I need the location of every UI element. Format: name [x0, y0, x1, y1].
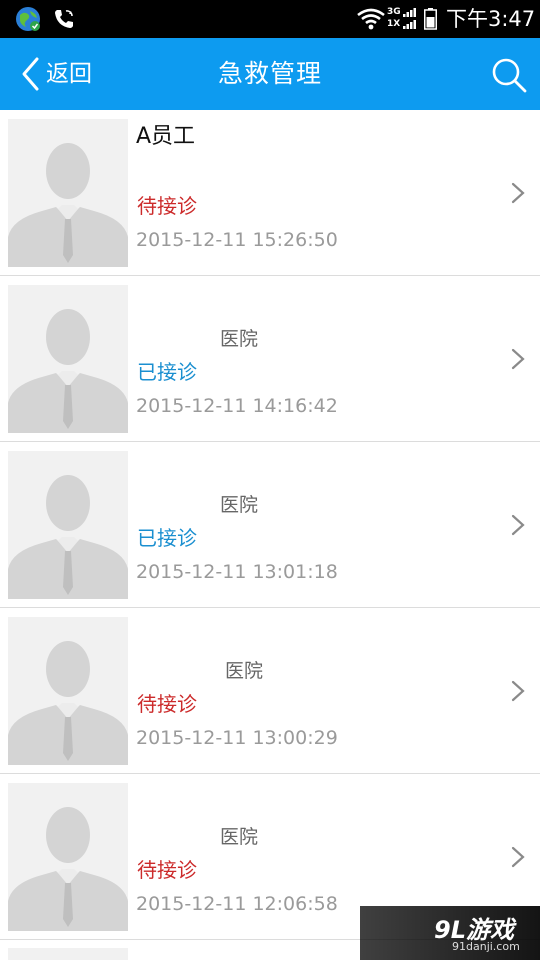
- status-badge: 待接诊: [137, 692, 197, 716]
- record-hospital: 医院: [220, 328, 259, 350]
- chevron-right-icon: [511, 846, 525, 868]
- rescue-record-list: A员工 待接诊 2015-12-11 15:26:50 医院 已接诊 2015-…: [0, 110, 540, 940]
- chevron-right-icon: [511, 680, 525, 702]
- watermark: 9L游戏 91danji.com: [360, 906, 540, 960]
- record-time: 2015-12-11 15:26:50: [136, 229, 338, 251]
- record-time: 2015-12-11 13:00:29: [136, 727, 338, 749]
- chevron-right-icon: [511, 348, 525, 370]
- battery-icon: [424, 8, 437, 30]
- record-time: 2015-12-11 14:16:42: [136, 395, 338, 417]
- avatar-placeholder-icon: [8, 948, 128, 960]
- phone-sync-icon: [55, 10, 73, 28]
- avatar-placeholder-icon: [8, 617, 128, 765]
- avatar-placeholder-icon: [8, 451, 128, 599]
- page-title: 急救管理: [217, 59, 322, 88]
- status-badge: 待接诊: [137, 858, 197, 882]
- status-bar: 3G 1X 下午3:47: [0, 0, 540, 38]
- avatar-placeholder-icon: [8, 285, 128, 433]
- chevron-right-icon: [511, 514, 525, 536]
- record-time: 2015-12-11 12:06:58: [136, 893, 338, 915]
- chevron-right-icon: [511, 182, 525, 204]
- status-badge: 待接诊: [137, 194, 197, 218]
- network-type-bottom: 1X: [387, 19, 401, 29]
- list-item[interactable]: 医院 已接诊 2015-12-11 13:01:18: [0, 442, 540, 608]
- record-time: 2015-12-11 13:01:18: [136, 561, 338, 583]
- record-hospital: 医院: [220, 826, 259, 848]
- avatar-placeholder-icon: [8, 783, 128, 931]
- list-item[interactable]: 医院 待接诊 2015-12-11 13:00:29: [0, 608, 540, 774]
- signal-icon: 3G 1X: [387, 6, 417, 32]
- search-icon[interactable]: [490, 56, 528, 94]
- record-hospital: 医院: [220, 494, 259, 516]
- list-item[interactable]: 医院 已接诊 2015-12-11 14:16:42: [0, 276, 540, 442]
- list-item[interactable]: A员工 待接诊 2015-12-11 15:26:50: [0, 110, 540, 276]
- record-title: A员工: [136, 124, 196, 149]
- record-hospital: 医院: [225, 660, 264, 682]
- app-bar: 返回 急救管理: [0, 38, 540, 110]
- status-time: 下午3:47: [446, 7, 536, 31]
- avatar-placeholder-icon: [8, 119, 128, 267]
- watermark-site: 91danji.com: [452, 940, 520, 953]
- globe-icon: [16, 7, 40, 31]
- status-badge: 已接诊: [137, 360, 197, 384]
- wifi-icon: [357, 8, 385, 30]
- status-badge: 已接诊: [137, 526, 197, 550]
- network-type-top: 3G: [387, 7, 401, 17]
